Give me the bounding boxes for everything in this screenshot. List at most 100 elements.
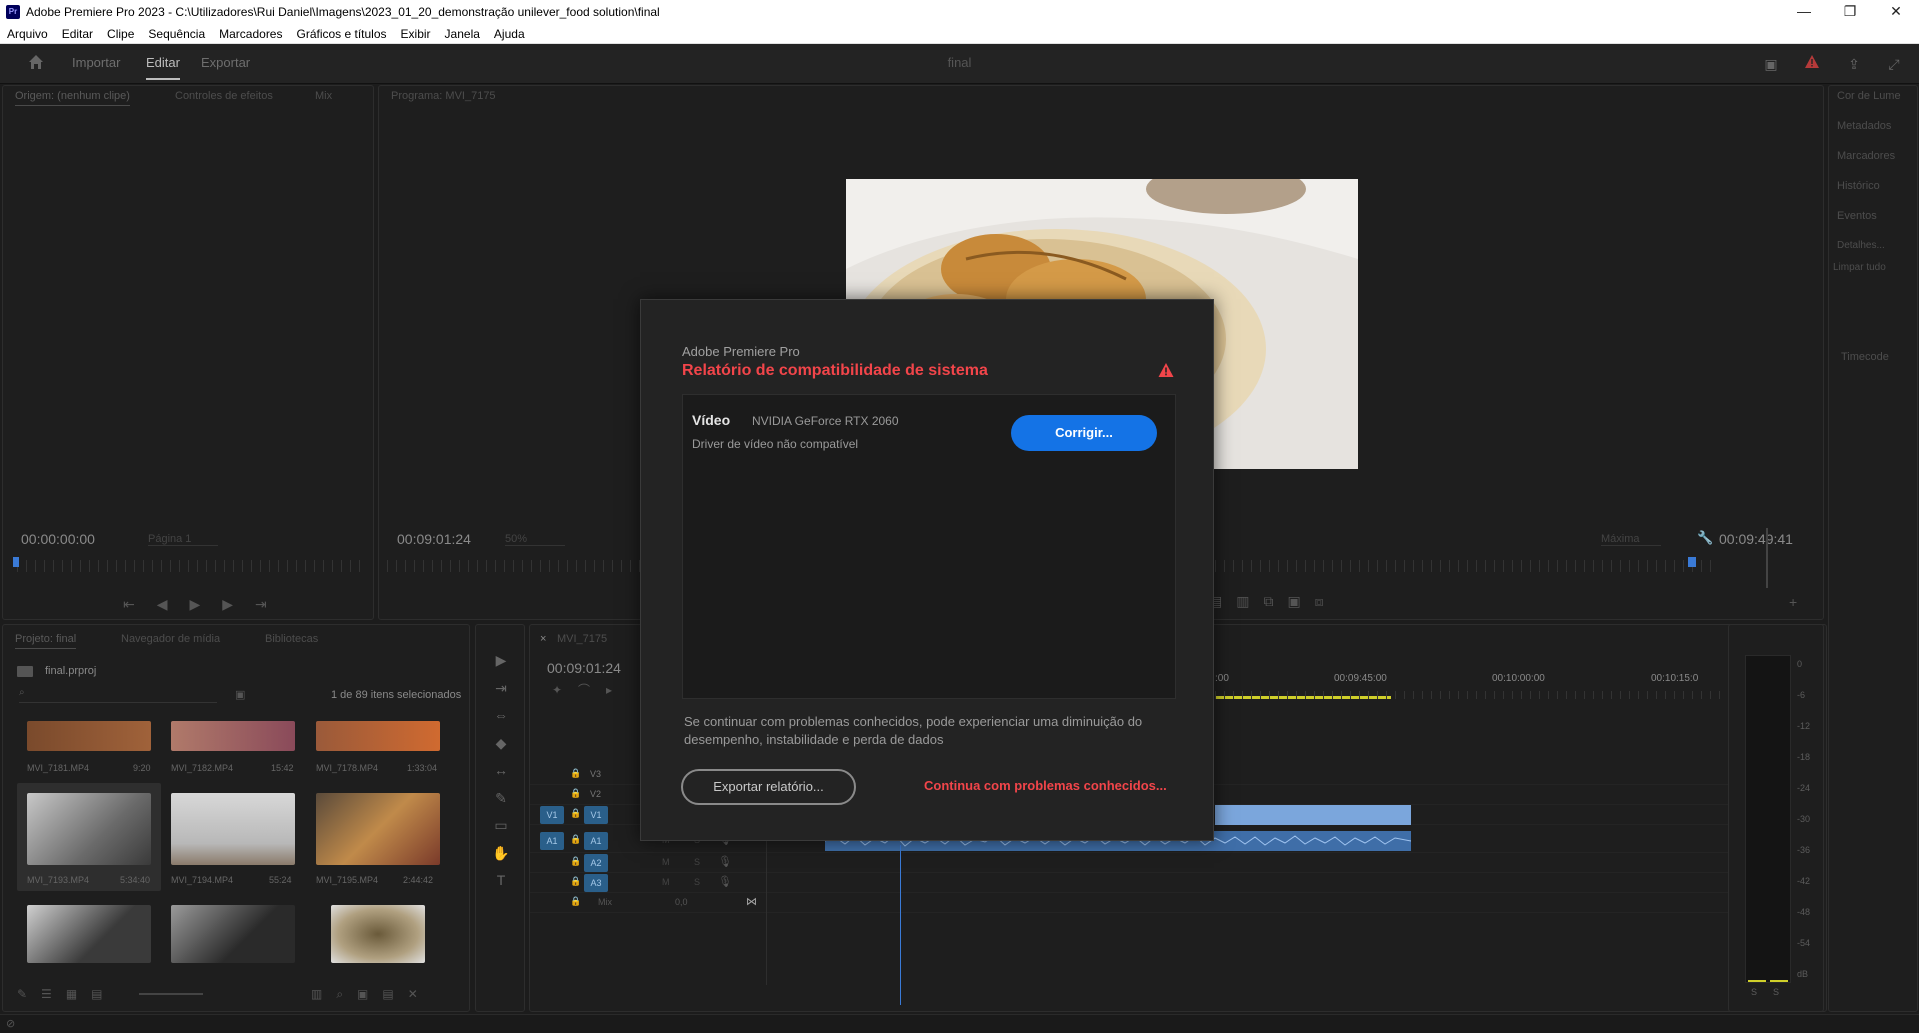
track-label[interactable]: A3 <box>584 874 608 892</box>
clip-thumbnail[interactable] <box>316 721 440 751</box>
program-playhead[interactable] <box>1688 557 1696 567</box>
panel-item-detalhes[interactable]: Detalhes... <box>1837 240 1885 251</box>
tab-mix[interactable]: Mix <box>315 90 332 102</box>
menu-editar[interactable]: Editar <box>55 24 100 41</box>
meter-right-peak <box>1770 980 1788 982</box>
menu-sequencia[interactable]: Sequência <box>141 24 212 41</box>
mix-toggle-icon[interactable]: ⋈ <box>746 895 757 908</box>
panel-item-lumetri[interactable]: Cor de Lume <box>1837 90 1901 102</box>
source-v1-patch[interactable]: V1 <box>540 806 564 824</box>
track-a2: 🔒 A2 M S 🎙 <box>530 853 1768 873</box>
panel-item-marcadores[interactable]: Marcadores <box>1837 150 1895 162</box>
clip-thumbnail[interactable] <box>171 793 295 865</box>
source-playhead[interactable] <box>13 557 19 567</box>
clip-thumbnail[interactable] <box>27 793 151 865</box>
clip-thumbnail[interactable] <box>316 793 440 865</box>
lock-icon[interactable]: 🔒 <box>570 896 581 907</box>
tab-sequence[interactable]: MVI_7175 <box>557 633 607 645</box>
project-toolbar[interactable]: ✎☰▦▤ <box>17 987 117 1001</box>
video-clip[interactable] <box>1215 805 1411 825</box>
program-timecode[interactable]: 00:09:01:24 <box>397 531 471 547</box>
tab-effect-controls[interactable]: Controles de efeitos <box>175 90 273 102</box>
project-actions[interactable]: ▥⌕▣▤✕ <box>311 987 432 1002</box>
microphone-icon[interactable]: 🎙 <box>718 875 732 888</box>
gpu-name: NVIDIA GeForce RTX 2060 <box>752 414 899 428</box>
clip-thumbnail[interactable] <box>171 721 295 751</box>
menu-ajuda[interactable]: Ajuda <box>487 24 532 41</box>
meter-solo-right[interactable]: S <box>1773 987 1779 997</box>
clip-thumbnail[interactable] <box>27 721 151 751</box>
panel-item-limpar[interactable]: Limpar tudo <box>1833 262 1886 273</box>
project-search-input[interactable]: ⌕ <box>19 687 217 703</box>
clip-thumbnail[interactable] <box>331 905 425 963</box>
source-a1-patch[interactable]: A1 <box>540 832 564 850</box>
close-sequence-icon[interactable]: × <box>540 633 546 645</box>
meter-label: -54 <box>1797 938 1811 948</box>
timeline-timecode[interactable]: 00:09:01:24 <box>547 660 621 676</box>
tab-libraries[interactable]: Bibliotecas <box>265 633 318 645</box>
share-icon[interactable]: ⇪ <box>1844 54 1864 74</box>
program-quality[interactable]: Máxima <box>1601 533 1661 546</box>
solo-button[interactable]: S <box>694 857 700 867</box>
menu-graficos[interactable]: Gráficos e títulos <box>289 24 393 41</box>
panel-item-historico[interactable]: Histórico <box>1837 180 1880 192</box>
track-label[interactable]: A2 <box>584 854 608 872</box>
mute-button[interactable]: M <box>662 857 670 867</box>
continue-with-issues-button[interactable]: Continua com problemas conhecidos... <box>924 778 1167 793</box>
lock-icon[interactable]: 🔒 <box>570 876 581 887</box>
source-transport-controls[interactable]: ⇤◀▶▶⇥ <box>123 596 363 613</box>
menu-marcadores[interactable]: Marcadores <box>212 24 289 41</box>
fullscreen-icon[interactable]: ⤢ <box>1884 54 1904 74</box>
tab-source[interactable]: Origem: (nenhum clipe) <box>15 90 130 106</box>
lock-icon[interactable]: 🔒 <box>570 834 581 845</box>
menu-exibir[interactable]: Exibir <box>394 24 438 41</box>
fix-button[interactable]: Corrigir... <box>1011 415 1157 451</box>
source-zoom[interactable]: Página 1 <box>148 533 218 546</box>
track-label: V2 <box>590 789 602 799</box>
minimize-button[interactable]: — <box>1781 0 1827 24</box>
meter-solo-left[interactable]: S <box>1751 987 1757 997</box>
solo-button[interactable]: S <box>694 877 700 887</box>
panel-item-timecode[interactable]: Timecode <box>1841 351 1889 363</box>
timeline-settings-icons[interactable]: ✦⌒▸ <box>552 681 628 698</box>
program-button-bar[interactable]: ▤▥⧉▣⧈ <box>1209 593 1509 610</box>
workspaces-icon[interactable]: ▣ <box>1761 54 1781 74</box>
meter-label: 0 <box>1797 659 1803 669</box>
timeline-ruler[interactable] <box>1215 691 1770 699</box>
tool-icons[interactable]: ▶ ⇥ ⇔ ◆ ↔ ✎ ▭ ✋ T <box>491 647 511 895</box>
panel-item-metadados[interactable]: Metadados <box>1837 120 1891 132</box>
microphone-icon[interactable]: 🎙 <box>718 855 732 868</box>
menu-janela[interactable]: Janela <box>438 24 487 41</box>
menu-arquivo[interactable]: Arquivo <box>0 24 55 41</box>
lock-icon[interactable]: 🔒 <box>570 856 581 867</box>
new-bin-icon[interactable]: ▣ <box>235 688 245 701</box>
panel-item-eventos[interactable]: Eventos <box>1837 210 1877 222</box>
tab-program[interactable]: Programa: MVI_7175 <box>391 90 496 102</box>
maximize-button[interactable]: ❐ <box>1827 0 1873 24</box>
tab-project[interactable]: Projeto: final <box>15 633 77 649</box>
add-button-icon[interactable]: + <box>1789 594 1797 610</box>
meter-label: -6 <box>1797 690 1806 700</box>
close-button[interactable]: ✕ <box>1873 0 1919 24</box>
lock-icon[interactable]: 🔒 <box>570 808 581 819</box>
lock-icon[interactable]: 🔒 <box>570 768 581 779</box>
lock-icon[interactable]: 🔒 <box>570 788 581 799</box>
clip-thumbnail[interactable] <box>27 905 151 963</box>
track-label[interactable]: V1 <box>584 806 608 824</box>
timeline-playhead[interactable] <box>900 845 901 1005</box>
export-report-button[interactable]: Exportar relatório... <box>681 769 856 805</box>
menu-clipe[interactable]: Clipe <box>100 24 141 41</box>
source-ruler[interactable] <box>17 560 361 572</box>
clip-thumbnail[interactable] <box>171 905 295 963</box>
wrench-icon[interactable]: 🔧 <box>1697 530 1713 546</box>
clip-name: MVI_7195.MP4 <box>316 875 379 885</box>
track-label[interactable]: A1 <box>584 832 608 850</box>
meter-label: -30 <box>1797 814 1811 824</box>
mix-value[interactable]: 0,0 <box>675 897 688 907</box>
mute-button[interactable]: M <box>662 877 670 887</box>
program-zoom[interactable]: 50% <box>505 533 565 546</box>
source-timecode[interactable]: 00:00:00:00 <box>21 531 95 547</box>
tab-media-browser[interactable]: Navegador de mídia <box>121 633 220 645</box>
thumbnail-size-slider[interactable] <box>139 993 203 995</box>
alert-icon[interactable] <box>1802 54 1822 74</box>
